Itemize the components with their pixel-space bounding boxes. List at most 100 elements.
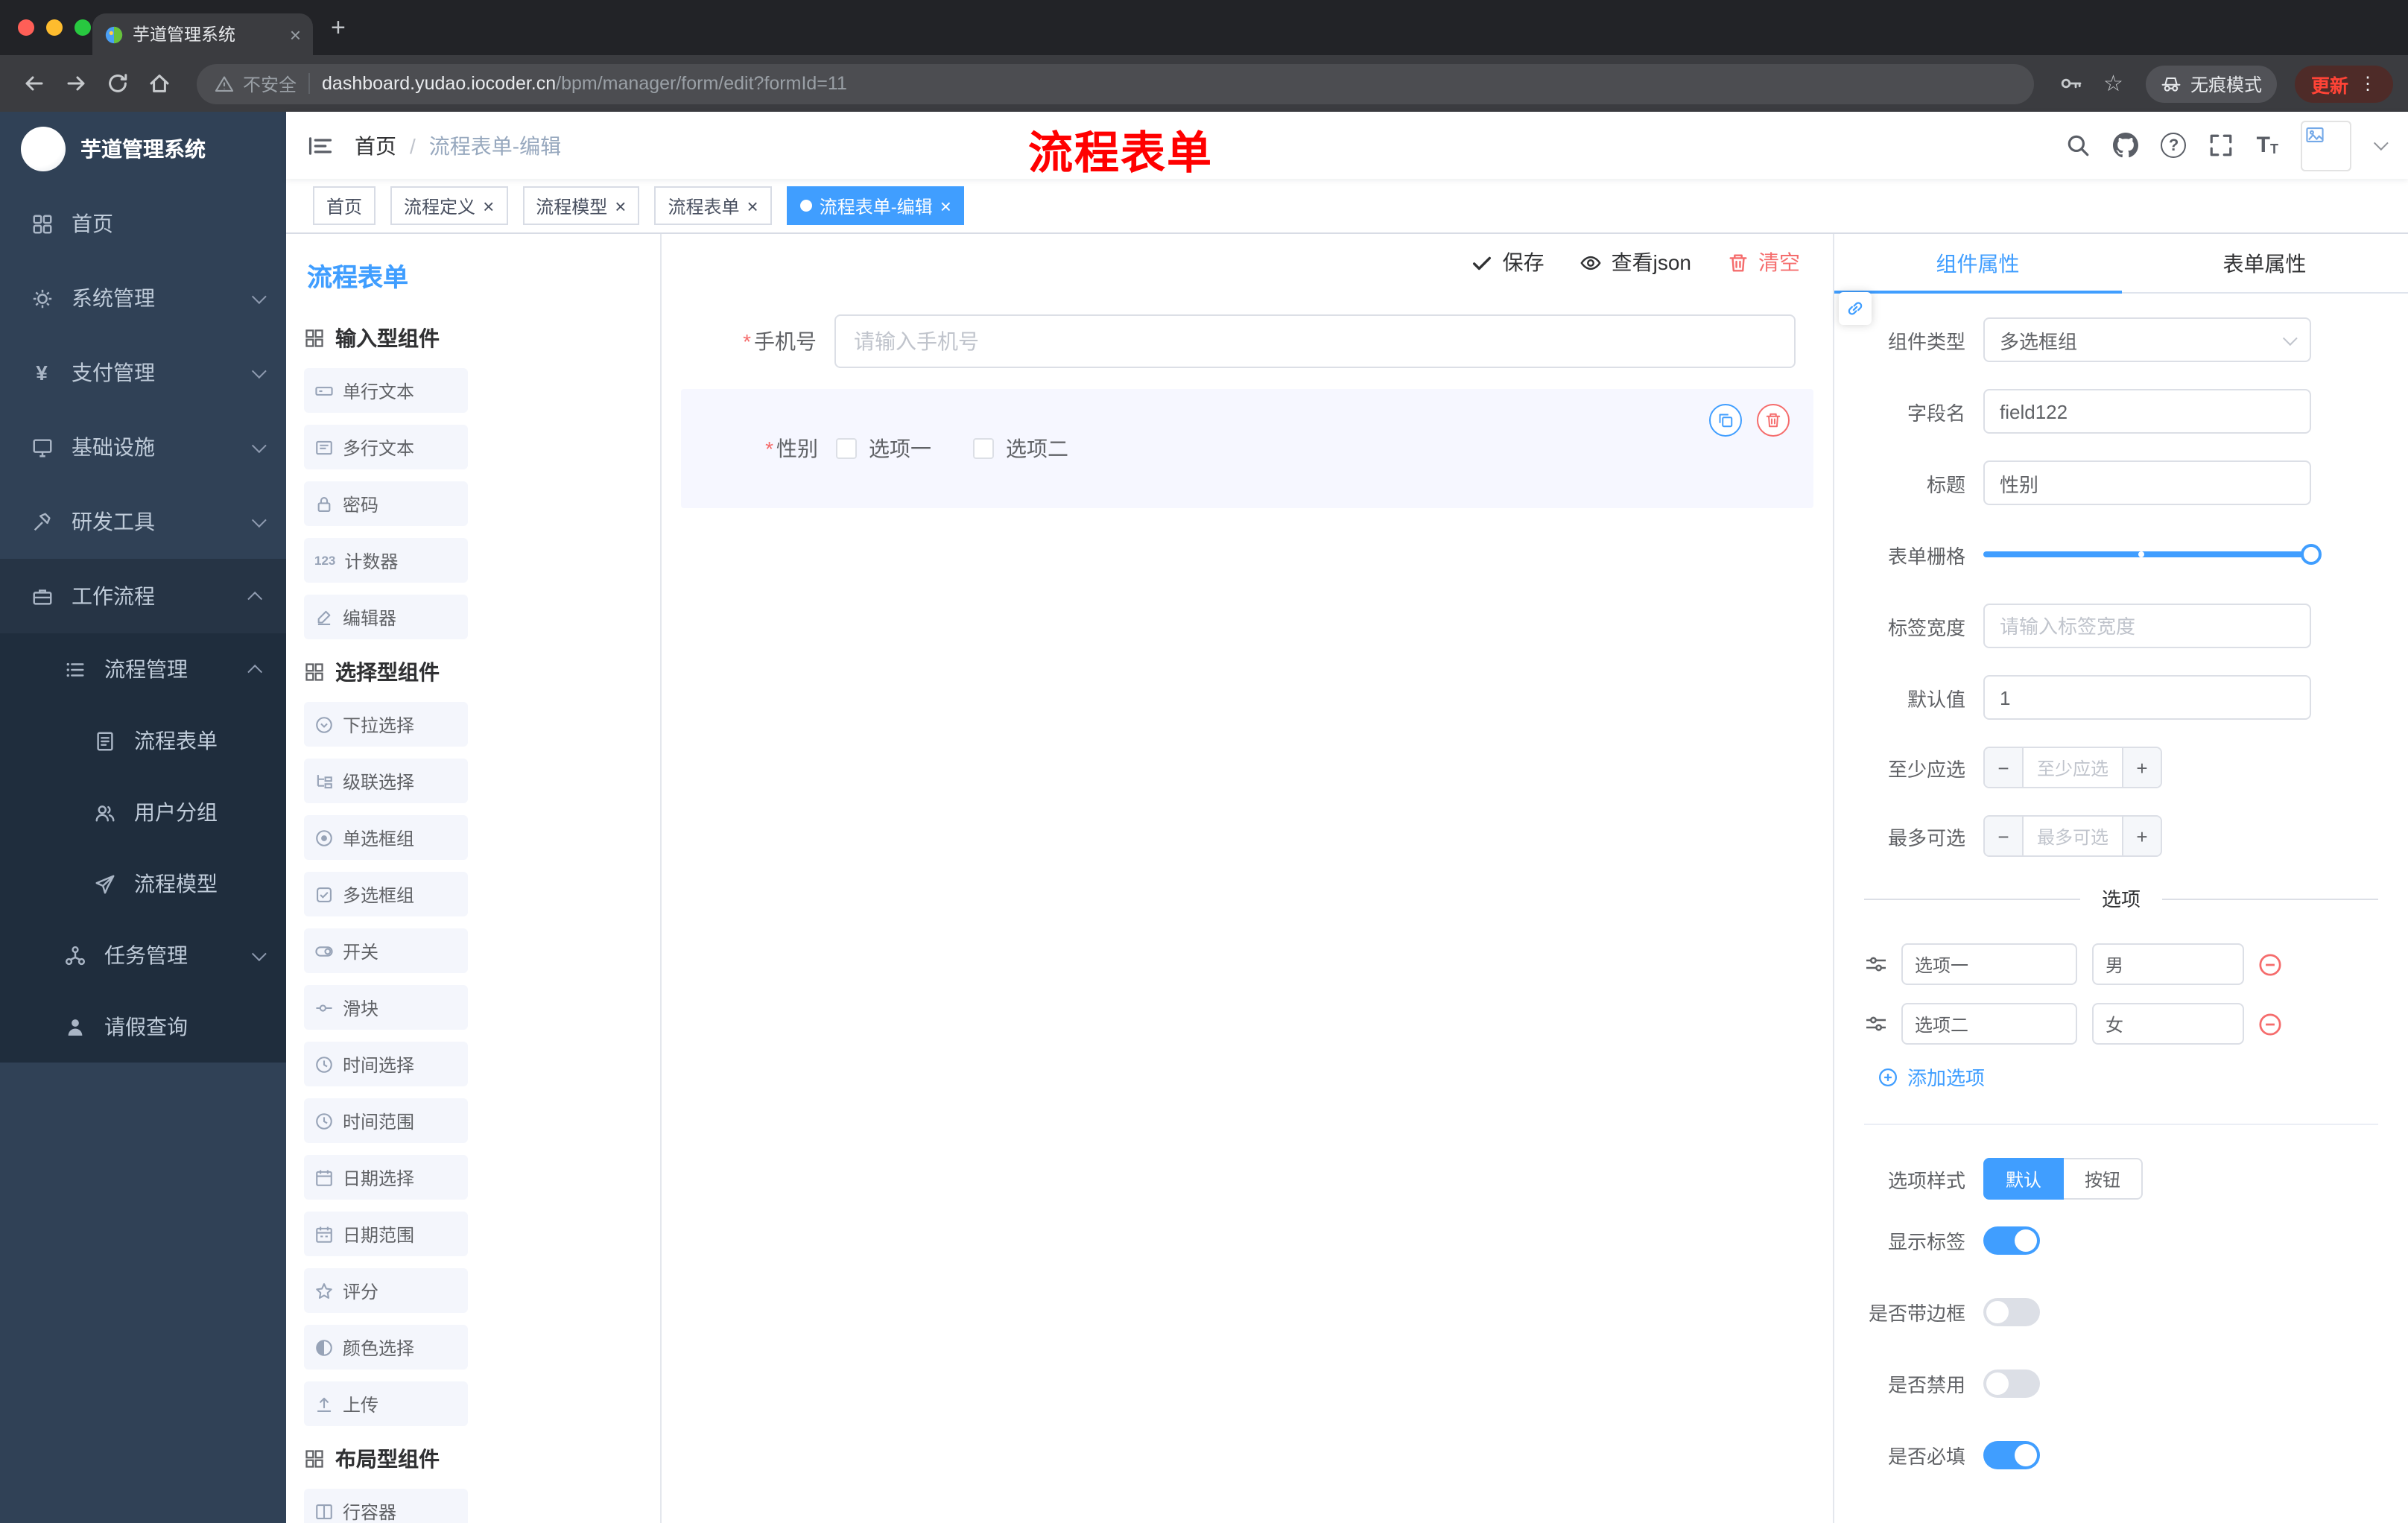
sidebar-item-workflow[interactable]: 工作流程 [0,559,286,633]
sidebar-item-devtools[interactable]: 研发工具 [0,484,286,559]
sidebar-item-home[interactable]: 首页 [0,186,286,261]
hamburger-icon[interactable] [307,132,334,159]
palette-item-rate[interactable]: 评分 [304,1268,468,1313]
remove-option-button[interactable] [2258,952,2283,977]
option-value-input[interactable] [2092,1003,2244,1045]
increase-button[interactable]: + [2122,817,2161,855]
sidebar-item-process-model[interactable]: 流程模型 [0,848,286,919]
password-key-icon[interactable] [2059,72,2082,95]
palette-item-radio-group[interactable]: 单选框组 [304,815,468,860]
show-label-switch[interactable] [1983,1226,2040,1255]
min-select-value[interactable]: 至少应选 [2024,748,2122,787]
palette-item-date-range[interactable]: 日期范围 [304,1212,468,1256]
increase-button[interactable]: + [2122,748,2161,787]
minimize-window-button[interactable] [46,19,63,36]
forward-button[interactable] [57,64,95,103]
home-button[interactable] [140,64,179,103]
caret-down-icon[interactable] [2373,136,2389,151]
palette-item-time-range[interactable]: 时间范围 [304,1098,468,1143]
browser-tab[interactable]: 芋道管理系统 × [92,13,313,55]
drag-handle-icon[interactable] [1864,952,1888,976]
palette-item-cascader[interactable]: 级联选择 [304,759,468,803]
palette-item-color-picker[interactable]: 颜色选择 [304,1325,468,1370]
tag-close-icon[interactable]: × [483,196,494,215]
tag-process-form-edit[interactable]: 流程表单-编辑 × [786,186,965,225]
tab-component-props[interactable]: 组件属性 [1834,234,2121,294]
sidebar-item-process-form[interactable]: 流程表单 [0,705,286,776]
search-icon[interactable] [2066,133,2091,158]
palette-item-upload[interactable]: 上传 [304,1381,468,1426]
palette-item-password[interactable]: 密码 [304,481,468,526]
update-browser-button[interactable]: 更新 ⋮ [2294,65,2393,102]
help-icon[interactable]: ? [2161,133,2187,158]
tag-close-icon[interactable]: × [615,196,626,215]
breadcrumb-home[interactable]: 首页 [355,130,396,160]
reload-button[interactable] [98,64,137,103]
link-icon[interactable] [1839,292,1872,325]
title-input[interactable] [1983,460,2311,505]
gender-option-2[interactable]: 选项二 [973,434,1068,463]
palette-item-select[interactable]: 下拉选择 [304,702,468,747]
palette-item-slider[interactable]: 滑块 [304,985,468,1030]
close-window-button[interactable] [18,19,34,36]
delete-widget-button[interactable] [1757,404,1790,437]
option-value-input[interactable] [2092,943,2244,985]
palette-item-editor[interactable]: 编辑器 [304,595,468,639]
gender-widget-selected[interactable]: * 性别 选项一 选项二 [681,389,1813,508]
avatar[interactable] [2301,120,2351,171]
tab-form-props[interactable]: 表单属性 [2121,234,2408,292]
decrease-button[interactable]: − [1985,817,2024,855]
zoom-window-button[interactable] [75,19,91,36]
palette-item-time-picker[interactable]: 时间选择 [304,1042,468,1086]
sidebar-item-infrastructure[interactable]: 基础设施 [0,410,286,484]
field-name-input[interactable] [1983,389,2311,434]
form-grid-slider[interactable] [1983,532,2322,577]
sidebar-item-user-group[interactable]: 用户分组 [0,776,286,848]
option-name-input[interactable] [1901,1003,2077,1045]
label-width-input[interactable] [1983,604,2311,648]
phone-input[interactable] [834,314,1796,368]
tag-home[interactable]: 首页 [313,186,376,225]
palette-item-counter[interactable]: 123 计数器 [304,538,468,583]
slider-handle[interactable] [2301,544,2322,565]
default-value-input[interactable] [1983,675,2311,720]
address-bar[interactable]: 不安全 dashboard.yudao.iocoder.cn /bpm/mana… [197,63,2034,104]
sidebar-item-leave-query[interactable]: 请假查询 [0,991,286,1063]
tab-close-icon[interactable]: × [290,25,301,44]
palette-item-single-line-text[interactable]: 单行文本 [304,368,468,413]
style-default-button[interactable]: 默认 [1983,1158,2065,1200]
tag-close-icon[interactable]: × [747,196,758,215]
tag-close-icon[interactable]: × [940,196,951,215]
sidebar-logo[interactable]: 芋道管理系统 [0,112,286,186]
add-option-button[interactable]: 添加选项 [1878,1063,2378,1091]
fullscreen-icon[interactable] [2209,133,2234,158]
style-button-button[interactable]: 按钮 [2064,1158,2144,1200]
palette-item-date-picker[interactable]: 日期选择 [304,1155,468,1200]
view-json-button[interactable]: 查看json [1580,247,1691,277]
sidebar-item-process-management[interactable]: 流程管理 [0,633,286,705]
sidebar-item-task-management[interactable]: 任务管理 [0,919,286,991]
max-select-value[interactable]: 最多可选 [2024,817,2122,855]
font-size-icon[interactable]: TT [2257,134,2278,156]
remove-option-button[interactable] [2258,1011,2283,1036]
gender-option-1[interactable]: 选项一 [836,434,931,463]
back-button[interactable] [15,64,54,103]
github-icon[interactable] [2113,133,2139,158]
tag-process-definition[interactable]: 流程定义 × [390,186,508,225]
copy-widget-button[interactable] [1709,404,1742,437]
sidebar-item-payment[interactable]: ¥ 支付管理 [0,335,286,410]
tag-process-model[interactable]: 流程模型 × [522,186,640,225]
sidebar-item-system[interactable]: 系统管理 [0,261,286,335]
drag-handle-icon[interactable] [1864,1012,1888,1036]
save-button[interactable]: 保存 [1471,247,1544,277]
palette-item-checkbox-group[interactable]: 多选框组 [304,872,468,916]
new-tab-button[interactable]: + [331,15,346,40]
clear-button[interactable]: 清空 [1727,247,1800,277]
tag-process-form[interactable]: 流程表单 × [654,186,772,225]
bookmark-star-icon[interactable]: ☆ [2103,70,2123,97]
required-switch[interactable] [1983,1441,2040,1469]
decrease-button[interactable]: − [1985,748,2024,787]
with-border-switch[interactable] [1983,1298,2040,1326]
component-type-select[interactable]: 多选框组 [1983,317,2311,362]
palette-item-multiline-text[interactable]: 多行文本 [304,425,468,469]
